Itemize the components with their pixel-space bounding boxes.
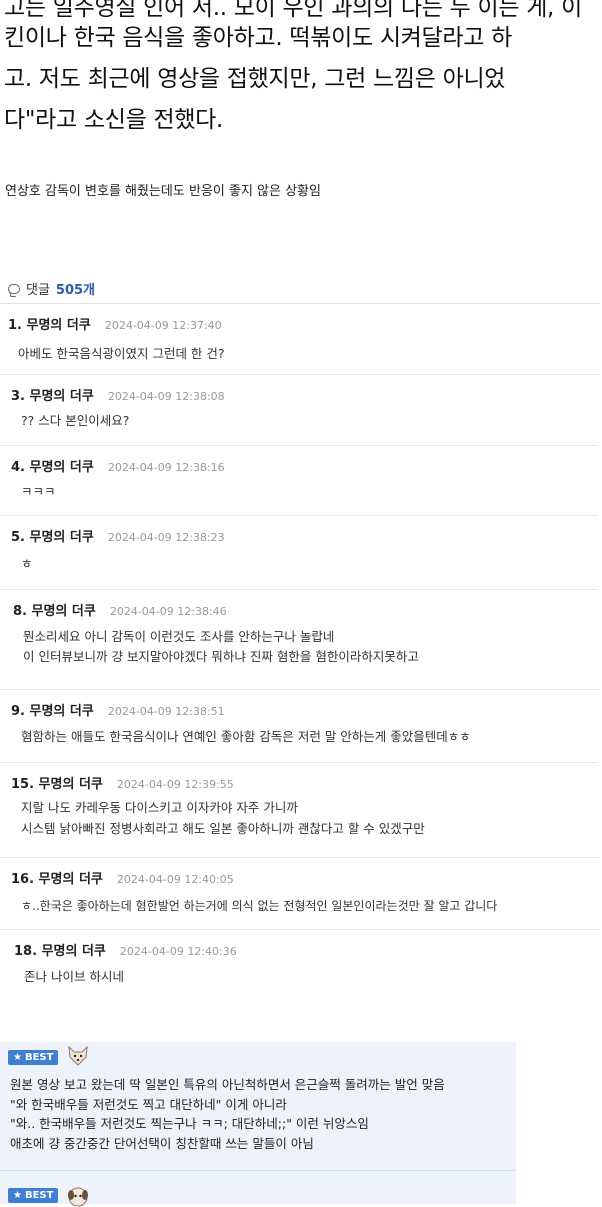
comment-text: 뭔소리세요 아니 감독이 이런것도 조사를 안하는구나 놀랍네	[23, 629, 335, 644]
best-badge: ★ BEST	[8, 1050, 59, 1065]
comment-author[interactable]: 9. 무명의 더쿠	[11, 700, 94, 719]
comments-count: 505개	[55, 283, 96, 298]
comment-author[interactable]: 8. 무명의 더쿠	[13, 600, 96, 619]
comment-bubble-icon	[8, 283, 20, 294]
comment-author[interactable]: 3. 무명의 더쿠	[11, 385, 94, 404]
comment-text: 이 인터뷰보니까 걍 보지말아야겠다 뭐하냐 진짜 혐한을 혐한이라하지못하고	[23, 649, 419, 664]
article-caption: 연상호 감독이 변호를 해줬는데도 반응이 좋지 않은 상황임	[5, 184, 321, 199]
article-line: 고. 저도 최근에 영상을 접했지만, 그런 느낌은 아니었	[4, 66, 506, 92]
comment-author[interactable]: 16. 무명의 더쿠	[11, 868, 103, 887]
comments-label: 댓글	[26, 283, 50, 298]
best-comment-text: 원본 영상 보고 왔는데 딱 일본인 특유의 아닌척하면서 은근슬쩍 돌려까는 …	[10, 1077, 445, 1151]
dog-avatar-icon	[68, 1045, 88, 1066]
comment-date: 2024-04-09 12:40:05	[116, 873, 234, 886]
comment-item: 3. 무명의 더쿠 2024-04-09 12:38:08 ?? 스다 본인이세…	[0, 375, 598, 446]
comment-item: 9. 무명의 더쿠 2024-04-09 12:38:51 혐함하는 애들도 한…	[0, 690, 598, 763]
comment-item: 15. 무명의 더쿠 2024-04-09 12:39:55 지랄 나도 카레우…	[0, 763, 598, 858]
article-line: 킨이나 한국 음식을 좋아하고. 떡볶이도 시켜달라고 하	[4, 25, 512, 51]
comment-author[interactable]: 5. 무명의 더쿠	[11, 526, 94, 545]
best-badge: ★ BEST	[8, 1188, 59, 1203]
comment-date: 2024-04-09 12:39:55	[116, 778, 234, 791]
comment-text: ㅎ	[21, 556, 33, 571]
comment-date: 2024-04-09 12:38:51	[107, 705, 225, 718]
comment-text: ?? 스다 본인이세요?	[21, 413, 130, 428]
comment-item: 5. 무명의 더쿠 2024-04-09 12:38:23 ㅎ	[0, 516, 598, 590]
comment-text: 혐함하는 애들도 한국음식이나 연예인 좋아함 감독은 저런 말 안하는게 좋았…	[21, 729, 471, 744]
comment-text: 시스템 낡아빠진 정병사회라고 해도 일본 좋아하니까 괜찮다고 할 수 있겠구…	[21, 821, 425, 836]
comment-date: 2024-04-09 12:37:40	[104, 319, 222, 332]
comment-text: 지랄 나도 카레우동 다이스키고 이자카야 자주 가니까	[21, 800, 298, 815]
comment-text: 존나 나이브 하시네	[24, 969, 124, 984]
comment-date: 2024-04-09 12:38:16	[107, 461, 225, 474]
comment-item: 18. 무명의 더쿠 2024-04-09 12:40:36 존나 나이브 하시…	[0, 930, 598, 1000]
comment-item: 4. 무명의 더쿠 2024-04-09 12:38:16 ㅋㅋㅋ	[0, 446, 598, 516]
best-comment: ★ BEST	[0, 1171, 516, 1207]
comment-text: ㅎ..한국은 좋아하는데 혐한발언 하는거에 의식 없는 전형적인 일본인이라는…	[21, 899, 498, 913]
comment-text: 아베도 한국음식광이였지 그런데 한 건?	[18, 346, 225, 361]
star-icon: ★	[13, 1052, 22, 1063]
article-line: 다"라고 소신을 전했다.	[4, 107, 224, 133]
comment-item: 16. 무명의 더쿠 2024-04-09 12:40:05 ㅎ..한국은 좋아…	[0, 858, 598, 930]
comment-author[interactable]: 1. 무명의 더쿠	[8, 314, 91, 333]
comment-date: 2024-04-09 12:40:36	[119, 945, 237, 958]
comment-author[interactable]: 18. 무명의 더쿠	[14, 940, 106, 959]
comment-date: 2024-04-09 12:38:23	[107, 531, 225, 544]
star-icon: ★	[13, 1190, 22, 1201]
comment-author[interactable]: 4. 무명의 더쿠	[11, 456, 94, 475]
comment-item: 8. 무명의 더쿠 2024-04-09 12:38:46 뭔소리세요 아니 감…	[0, 590, 598, 690]
best-comment: ★ BEST 원본 영상 보고 왔는데 딱 일본인 특유의 아닌척하면서 은근슬…	[0, 1042, 516, 1170]
comment-date: 2024-04-09 12:38:08	[107, 390, 225, 403]
comment-text: ㅋㅋㅋ	[21, 484, 56, 499]
comment-author[interactable]: 15. 무명의 더쿠	[11, 773, 103, 792]
comments-header[interactable]: 댓글 505개	[8, 279, 95, 298]
comment-item: 1. 무명의 더쿠 2024-04-09 12:37:40 아베도 한국음식광이…	[0, 304, 598, 375]
comment-date: 2024-04-09 12:38:46	[109, 605, 227, 618]
